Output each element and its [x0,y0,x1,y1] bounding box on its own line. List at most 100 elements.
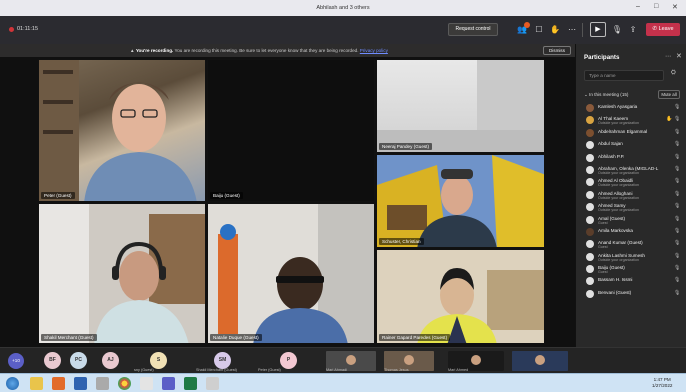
video-tile[interactable]: Schuster, Christian [376,154,545,248]
file-explorer-icon[interactable] [30,377,43,390]
mic-muted-icon: 🎙 [674,227,681,234]
overflow-count[interactable]: +10 [8,353,24,369]
participant-row[interactable]: Ahmed Samy Outside your organization 🎙 [582,201,684,213]
warning-icon: ▲ [130,48,135,53]
avatar[interactable]: BF [44,352,61,369]
more-options-icon[interactable]: ⋯ [665,53,671,60]
dismiss-button[interactable]: Dismiss [543,46,571,55]
participant-row[interactable]: Amal (Guest) Guest 🎙 [582,214,684,226]
avatar[interactable]: S [150,352,167,369]
banner-text: You are recording this meeting. Be sure … [174,48,359,53]
tile-name: Baiju (Guest) [210,192,243,199]
leave-button[interactable]: ✆ Leave [646,23,680,36]
video-feed [377,250,544,343]
avatar[interactable]: SM [214,352,231,369]
participant-row[interactable]: Al Thal Kaeem Outside your organization ✋ 🎙 [582,114,684,126]
video-feed [39,60,197,201]
reactions-icon[interactable]: ✋ [549,24,561,36]
video-tile[interactable]: Rainer Gapard Paredes (Guest) [376,249,545,344]
participant-row[interactable]: Abhilash P.P. 🎙 [582,152,684,164]
media-player-icon[interactable] [52,377,65,390]
mic-muted-icon: 🎙 [674,277,681,284]
avatar [586,128,594,137]
gallery-label: Mari Ahmadi [326,368,348,372]
participant-row[interactable]: Anand Kumar (Guest) Guest 🎙 [582,238,684,250]
meeting-toolbar: 01:11:15 Request control 👥 ☐ ✋ ⋯ ▶ 🎙 ⇪ ✆… [0,16,686,44]
teams-active-icon[interactable] [162,377,175,390]
tile-name: Shakil Merchant (Guest) [41,334,97,341]
request-control-button[interactable]: Request control [448,23,498,36]
gallery-label: Mari Ahmed [448,368,469,372]
share-icon[interactable]: ⇪ [627,24,639,36]
participant-row[interactable]: Bassam H. Issmi 🎙 [582,275,684,287]
avatar [586,178,594,187]
add-people-icon[interactable]: ⛭ [671,70,676,77]
participant-row[interactable]: Ahmed Al Obaidli Outside your organizatio… [582,176,684,188]
video-feed [208,204,374,343]
tile-name: Rainer Gapard Paredes (Guest) [379,334,451,341]
participants-badge [524,22,530,28]
tile-name: Schuster, Christian [379,238,424,245]
video-tile[interactable]: Shakil Merchant (Guest) [38,203,206,344]
tile-name: Natalie Duque (Guest) [210,334,262,341]
participant-row[interactable]: Baiju (Guest) Guest 🎙 [582,263,684,275]
avatar [586,165,594,174]
meeting-section-header[interactable]: ⌄ In this meeting (15) [584,92,628,98]
participant-name: Kamlesh Ayasgaria [598,104,638,109]
close-window-button[interactable]: ✕ [672,3,678,11]
video-thumbnail[interactable] [512,351,568,371]
app-icon[interactable] [96,377,109,390]
maximize-button[interactable]: □ [654,3,658,10]
video-tile[interactable]: Natalie Duque (Guest) [207,203,375,344]
participant-subtitle: Outside your organization [598,208,639,213]
avatar [586,240,594,249]
video-tile[interactable]: Peter (Guest) [38,59,206,202]
participant-row[interactable]: Abdul Sajan 🎙 [582,139,684,151]
more-icon[interactable]: ⋯ [566,24,578,36]
participant-name: Abhilash P.P. [598,153,625,159]
avatar [586,215,594,224]
avatar [586,203,594,212]
mic-muted-icon: 🎙 [674,203,681,210]
mic-icon[interactable]: 🎙 [611,24,623,36]
participant-row[interactable]: Kamlesh Ayasgaria 🎙 [582,102,684,114]
app-icon[interactable] [140,377,153,390]
teams-icon[interactable] [74,377,87,390]
camera-icon[interactable]: ▶ [590,22,606,37]
search-participants-input[interactable]: Type a name [584,70,664,81]
avatar[interactable]: PC [70,352,87,369]
video-stage: Peter (Guest) Baiju (Guest) Neeraj Pande… [0,57,575,347]
system-clock[interactable]: 1:47 PM 1/27/2022 [652,377,672,389]
banner-bold: You're recording. [135,48,174,53]
participant-row[interactable]: Ankita Lashmi Sumesh Outside your organiz… [582,251,684,263]
video-feed [39,204,205,343]
avatar[interactable]: AJ [102,352,119,369]
avatar [586,227,594,236]
mic-muted-icon: 🎙 [674,141,681,148]
minimize-button[interactable]: – [636,3,640,10]
participant-row[interactable]: Amila Markovska 🎙 [582,226,684,238]
participant-row[interactable]: Ahmed Alloghani Outside your organization… [582,189,684,201]
gallery-label: sny (Guest) [134,368,154,372]
participant-row[interactable]: Benvani (Guest) 🎙 [582,288,684,300]
gallery-label: Peter (Guest) [258,368,281,372]
avatar[interactable]: P [280,352,297,369]
excel-icon[interactable] [184,377,197,390]
app-icon[interactable] [206,377,219,390]
participant-name: Amila Markovska [598,227,633,233]
close-panel-icon[interactable]: ✕ [676,52,682,60]
video-tile[interactable]: Neeraj Pandey (Guest) [376,59,545,153]
raised-hand-icon: ✋ [666,116,673,123]
chrome-icon[interactable] [118,377,131,390]
participant-name: Bassam H. Issmi [598,277,633,283]
participant-subtitle: Guest [598,220,608,225]
video-feed [512,351,568,371]
privacy-policy-link[interactable]: Privacy policy [360,48,388,53]
mute-all-button[interactable]: Mute all [658,90,680,99]
participant-row[interactable]: Abraham, Olenka (MIGLAD-L Outside your or… [582,164,684,176]
start-button-icon[interactable] [6,377,19,390]
chat-icon[interactable]: ☐ [533,24,545,36]
recording-indicator-icon [9,27,14,32]
participant-row[interactable]: Abdelrahman Elgammal 🎙 [582,127,684,139]
video-tile[interactable]: Baiju (Guest) [207,59,375,202]
